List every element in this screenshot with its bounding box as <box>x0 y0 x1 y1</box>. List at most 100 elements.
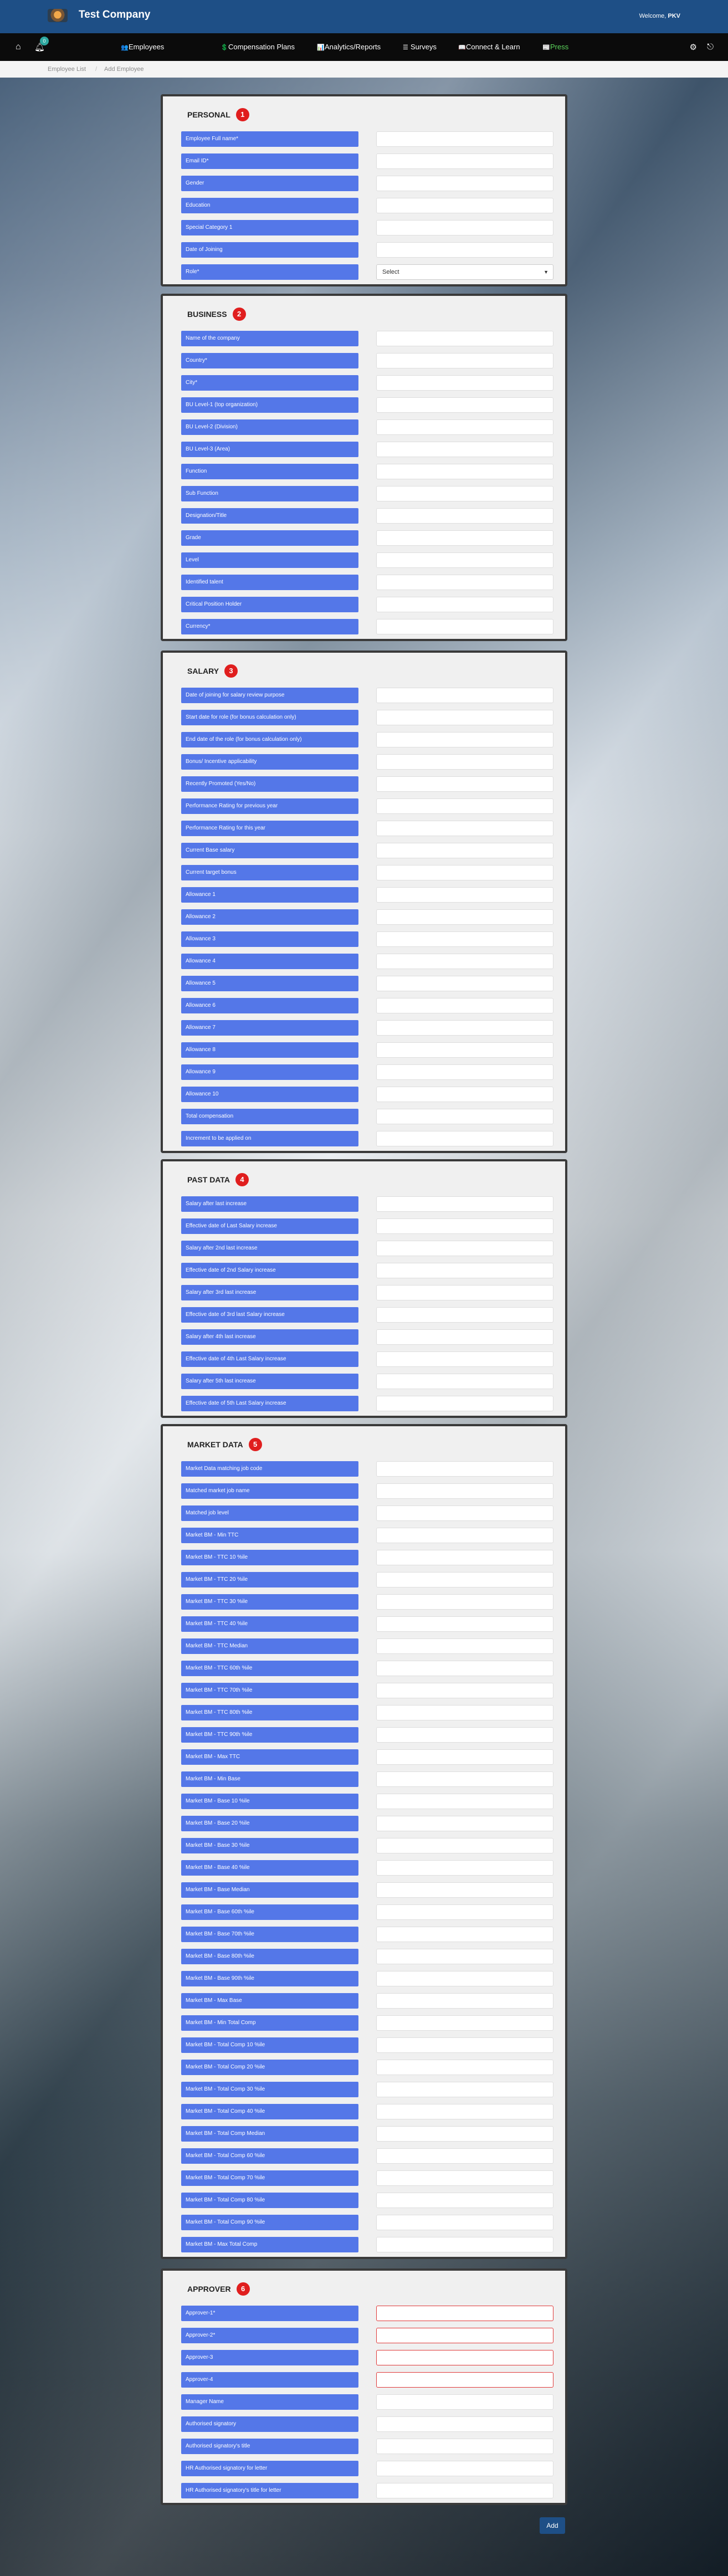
text-input[interactable] <box>376 1109 553 1124</box>
text-input[interactable] <box>376 1396 553 1411</box>
text-input[interactable] <box>376 1971 553 1986</box>
add-button[interactable]: Add <box>540 2517 565 2534</box>
text-input[interactable] <box>376 1993 553 2009</box>
text-input[interactable] <box>376 1794 553 1809</box>
text-input[interactable] <box>376 821 553 836</box>
text-input[interactable] <box>376 798 553 814</box>
text-input[interactable] <box>376 776 553 792</box>
text-input[interactable] <box>376 2372 553 2388</box>
text-input[interactable] <box>376 1838 553 1853</box>
text-input[interactable] <box>376 2394 553 2410</box>
text-input[interactable] <box>376 1705 553 1720</box>
text-input[interactable] <box>376 865 553 880</box>
nav-item-analytics-reports[interactable]: 📊Analytics/Reports <box>317 43 381 51</box>
text-input[interactable] <box>376 2215 553 2230</box>
text-input[interactable] <box>376 931 553 947</box>
text-input[interactable] <box>376 1616 553 1632</box>
nav-item-compensation-plans[interactable]: 💲Compensation Plans <box>221 43 295 51</box>
text-input[interactable] <box>376 1771 553 1787</box>
settings-icon[interactable]: ⚙ <box>690 42 697 52</box>
text-input[interactable] <box>376 2461 553 2476</box>
text-input[interactable] <box>376 1860 553 1876</box>
text-input[interactable] <box>376 619 553 634</box>
role-select[interactable]: Select ▼ <box>376 264 553 280</box>
text-input[interactable] <box>376 464 553 479</box>
text-input[interactable] <box>376 1374 553 1389</box>
text-input[interactable] <box>376 486 553 501</box>
text-input[interactable] <box>376 1461 553 1477</box>
text-input[interactable] <box>376 1196 553 1212</box>
nav-item-press[interactable]: 📰Press <box>542 43 568 51</box>
text-input[interactable] <box>376 575 553 590</box>
text-input[interactable] <box>376 530 553 546</box>
text-input[interactable] <box>376 353 553 368</box>
text-input[interactable] <box>376 909 553 925</box>
text-input[interactable] <box>376 1749 553 1765</box>
logout-icon[interactable]: ⎋ <box>707 42 714 52</box>
home-icon[interactable]: ⌂ <box>16 42 25 52</box>
text-input[interactable] <box>376 1483 553 1499</box>
text-input[interactable] <box>376 2104 553 2119</box>
text-input[interactable] <box>376 2237 553 2252</box>
text-input[interactable] <box>376 2439 553 2454</box>
text-input[interactable] <box>376 1307 553 1323</box>
text-input[interactable] <box>376 597 553 612</box>
text-input[interactable] <box>376 1882 553 1898</box>
text-input[interactable] <box>376 1042 553 1058</box>
text-input[interactable] <box>376 2037 553 2053</box>
text-input[interactable] <box>376 2170 553 2186</box>
text-input[interactable] <box>376 397 553 413</box>
text-input[interactable] <box>376 552 553 568</box>
text-input[interactable] <box>376 998 553 1013</box>
text-input[interactable] <box>376 508 553 524</box>
text-input[interactable] <box>376 1594 553 1610</box>
text-input[interactable] <box>376 176 553 191</box>
text-input[interactable] <box>376 1285 553 1300</box>
text-input[interactable] <box>376 1329 553 1345</box>
text-input[interactable] <box>376 375 553 391</box>
text-input[interactable] <box>376 1131 553 1146</box>
text-input[interactable] <box>376 1351 553 1367</box>
text-input[interactable] <box>376 2416 553 2432</box>
text-input[interactable] <box>376 1241 553 1256</box>
text-input[interactable] <box>376 242 553 258</box>
nav-item-employees[interactable]: 👥Employees <box>121 43 164 51</box>
text-input[interactable] <box>376 1927 553 1942</box>
text-input[interactable] <box>376 1683 553 1698</box>
text-input[interactable] <box>376 442 553 457</box>
text-input[interactable] <box>376 954 553 969</box>
text-input[interactable] <box>376 1550 553 1565</box>
text-input[interactable] <box>376 732 553 747</box>
text-input[interactable] <box>376 710 553 725</box>
text-input[interactable] <box>376 887 553 903</box>
text-input[interactable] <box>376 1528 553 1543</box>
text-input[interactable] <box>376 1218 553 1234</box>
text-input[interactable] <box>376 1064 553 1080</box>
text-input[interactable] <box>376 754 553 770</box>
nav-item-surveys[interactable]: ☰ Surveys <box>403 43 437 51</box>
text-input[interactable] <box>376 198 553 213</box>
text-input[interactable] <box>376 2306 553 2321</box>
text-input[interactable] <box>376 1949 553 1964</box>
breadcrumb-employee-list[interactable]: Employee List <box>48 66 86 73</box>
nav-item-connect-learn[interactable]: 📖Connect & Learn <box>458 43 520 51</box>
text-input[interactable] <box>376 2060 553 2075</box>
text-input[interactable] <box>376 2193 553 2208</box>
text-input[interactable] <box>376 1020 553 1036</box>
text-input[interactable] <box>376 2082 553 2097</box>
text-input[interactable] <box>376 688 553 703</box>
text-input[interactable] <box>376 1263 553 1278</box>
text-input[interactable] <box>376 419 553 435</box>
text-input[interactable] <box>376 2126 553 2142</box>
text-input[interactable] <box>376 1904 553 1920</box>
text-input[interactable] <box>376 1661 553 1676</box>
text-input[interactable] <box>376 220 553 235</box>
text-input[interactable] <box>376 2483 553 2498</box>
text-input[interactable] <box>376 976 553 991</box>
text-input[interactable] <box>376 2148 553 2164</box>
text-input[interactable] <box>376 2328 553 2343</box>
text-input[interactable] <box>376 2015 553 2031</box>
text-input[interactable] <box>376 131 553 147</box>
text-input[interactable] <box>376 1638 553 1654</box>
text-input[interactable] <box>376 843 553 858</box>
